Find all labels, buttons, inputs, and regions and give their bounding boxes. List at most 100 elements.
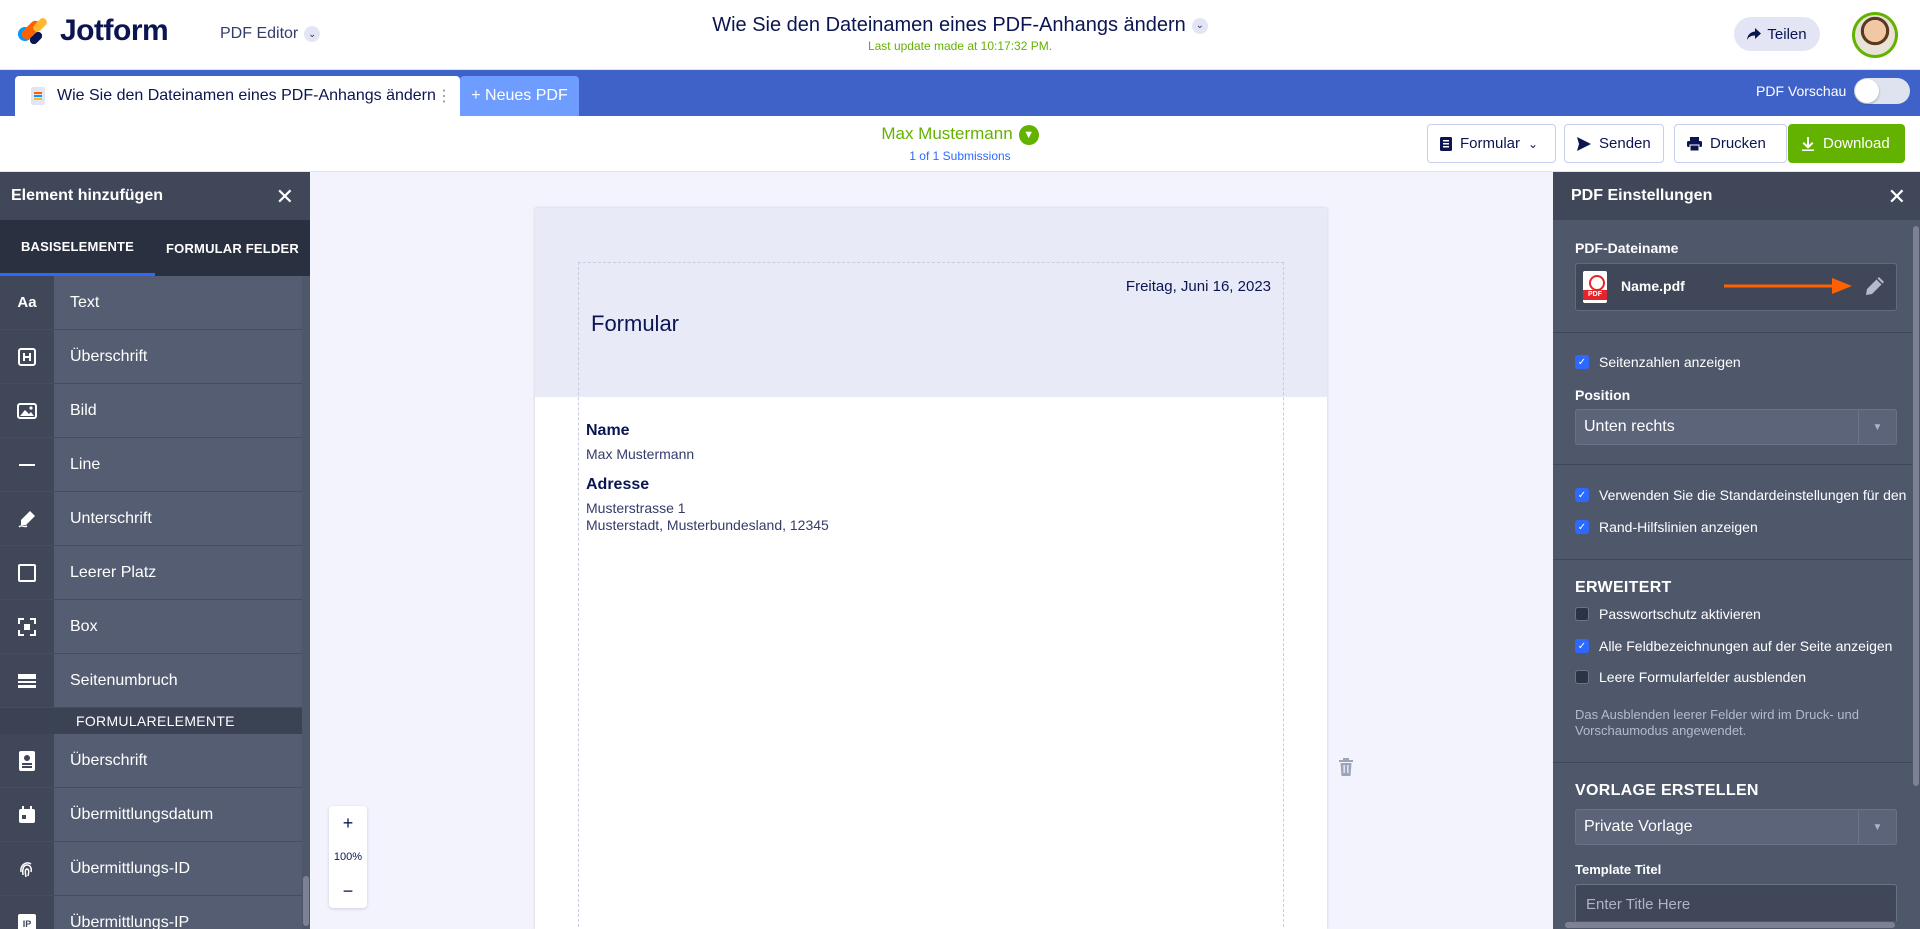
page-break-icon: [0, 654, 54, 707]
element-label: Übermittlungsdatum: [54, 788, 302, 841]
checkbox-label: Rand-Hilfslinien anzeigen: [1599, 519, 1758, 535]
element-label: Bild: [54, 384, 302, 437]
name-field-label[interactable]: Name: [586, 422, 630, 440]
element-label: Überschrift: [54, 330, 302, 383]
empty-space-icon: [0, 546, 54, 599]
element-heading[interactable]: Überschrift: [0, 330, 310, 384]
close-icon[interactable]: ✕: [276, 184, 294, 210]
checkbox-label: Alle Feldbezeichnungen auf der Seite anz…: [1599, 638, 1893, 654]
svg-text:IP: IP: [23, 919, 32, 929]
text-icon: Aa: [0, 276, 54, 329]
pdf-file-icon: [1583, 271, 1607, 303]
tab-document[interactable]: Wie Sie den Dateinamen eines PDF-Anhangs…: [15, 76, 460, 116]
ip-icon: IP: [0, 896, 54, 929]
advanced-heading: ERWEITERT: [1575, 579, 1672, 596]
share-button[interactable]: Teilen: [1734, 17, 1820, 51]
toggle-switch[interactable]: [1854, 78, 1911, 104]
template-title-label: Template Titel: [1575, 862, 1662, 877]
tab-basic-elements[interactable]: BASISELEMENTE: [0, 220, 155, 276]
right-panel-scrollbar[interactable]: [1912, 220, 1920, 929]
download-button[interactable]: Download: [1788, 124, 1905, 163]
chevron-down-icon[interactable]: ⌄: [1191, 17, 1208, 34]
element-label: Text: [54, 276, 302, 329]
page-date[interactable]: Freitag, Juni 16, 2023: [1126, 278, 1271, 295]
document-tab-bar: Wie Sie den Dateinamen eines PDF-Anhangs…: [0, 70, 1920, 116]
pdf-settings-panel: PDF Einstellungen ✕ PDF-Dateiname Name.p…: [1553, 172, 1920, 929]
use-default-settings-checkbox[interactable]: ✓ Verwenden Sie die Standardeinstellunge…: [1575, 487, 1906, 503]
add-element-title: Element hinzufügen: [11, 187, 163, 204]
address-field-label[interactable]: Adresse: [586, 476, 649, 494]
divider: [1553, 464, 1912, 465]
template-title-input[interactable]: [1575, 884, 1897, 924]
form-dropdown-button[interactable]: Formular ⌄: [1427, 124, 1556, 163]
element-label: Übermittlungs-IP: [54, 896, 302, 929]
last-update-text: Last update made at 10:17:32 PM.: [867, 39, 1053, 53]
name-field-value[interactable]: Max Mustermann: [586, 446, 694, 462]
top-header: Jotform PDF Editor ⌄ Wie Sie den Dateina…: [0, 0, 1920, 70]
template-type-select[interactable]: Private Vorlage ▼: [1575, 809, 1897, 845]
download-icon: [1802, 136, 1814, 151]
zoom-control: + 100% −: [329, 806, 367, 908]
left-panel-scrollbar[interactable]: [302, 276, 310, 929]
zoom-in-button[interactable]: +: [329, 806, 367, 840]
pdf-preview-toggle[interactable]: PDF Vorschau: [1756, 78, 1911, 104]
more-options-icon[interactable]: ⋮: [436, 86, 452, 106]
form-icon: [1440, 136, 1452, 151]
element-tabs: BASISELEMENTE FORMULAR FELDER: [0, 220, 310, 276]
element-submission-ip[interactable]: IP Übermittlungs-IP: [0, 896, 310, 929]
checkbox-label: Seitenzahlen anzeigen: [1599, 354, 1741, 370]
form-elements-section-header: FORMULARELEMENTE: [0, 708, 310, 734]
chevron-down-icon[interactable]: ▼: [1018, 124, 1039, 145]
element-image[interactable]: Bild: [0, 384, 310, 438]
new-pdf-button[interactable]: + Neues PDF: [460, 76, 579, 116]
close-icon[interactable]: ✕: [1888, 184, 1906, 210]
divider: [1553, 332, 1912, 333]
printer-icon: [1687, 136, 1702, 151]
element-text[interactable]: Aa Text: [0, 276, 310, 330]
element-line[interactable]: Line: [0, 438, 310, 492]
avatar[interactable]: [1852, 12, 1898, 58]
element-label: Unterschrift: [54, 492, 302, 545]
tab-form-fields[interactable]: FORMULAR FELDER: [155, 220, 310, 276]
element-submission-date[interactable]: Übermittlungsdatum: [0, 788, 310, 842]
document-title-text: Wie Sie den Dateinamen eines PDF-Anhangs…: [712, 14, 1186, 36]
show-page-numbers-checkbox[interactable]: ✓ Seitenzahlen anzeigen: [1575, 354, 1741, 370]
send-icon: [1577, 136, 1591, 151]
right-panel-horizontal-scrollbar[interactable]: [1553, 921, 1912, 929]
element-signature[interactable]: Unterschrift: [0, 492, 310, 546]
element-label: Line: [54, 438, 302, 491]
pdf-page: Freitag, Juni 16, 2023 Formular Name Max…: [535, 208, 1327, 929]
template-type-value: Private Vorlage: [1584, 818, 1693, 835]
print-button[interactable]: Drucken: [1674, 124, 1787, 163]
element-submission-id[interactable]: Übermittlungs-ID: [0, 842, 310, 896]
form-heading-icon: [0, 734, 54, 787]
show-margin-guides-checkbox[interactable]: ✓ Rand-Hilfslinien anzeigen: [1575, 519, 1758, 535]
zoom-level: 100%: [333, 851, 363, 863]
element-empty-space[interactable]: Leerer Platz: [0, 546, 310, 600]
element-box[interactable]: Box: [0, 600, 310, 654]
position-select[interactable]: Unten rechts ▼: [1575, 409, 1897, 445]
send-button[interactable]: Senden: [1564, 124, 1664, 163]
pencil-icon[interactable]: [1864, 275, 1886, 297]
element-form-heading[interactable]: Überschrift: [0, 734, 310, 788]
form-label: Formular: [1460, 135, 1521, 152]
address-line-2[interactable]: Musterstadt, Musterbundesland, 12345: [586, 517, 829, 533]
create-template-heading: VORLAGE ERSTELLEN: [1575, 782, 1759, 799]
element-page-break[interactable]: Seitenumbruch: [0, 654, 310, 708]
pdf-filename-field[interactable]: Name.pdf: [1575, 263, 1897, 311]
document-title[interactable]: Wie Sie den Dateinamen eines PDF-Anhangs…: [0, 14, 1920, 37]
password-protect-checkbox[interactable]: Passwortschutz aktivieren: [1575, 606, 1761, 622]
signature-icon: [0, 492, 54, 545]
calendar-icon: [0, 788, 54, 841]
box-icon: [0, 600, 54, 653]
address-line-1[interactable]: Musterstrasse 1: [586, 500, 686, 516]
show-all-labels-checkbox[interactable]: ✓ Alle Feldbezeichnungen auf der Seite a…: [1575, 638, 1892, 654]
page-title[interactable]: Formular: [591, 311, 679, 337]
zoom-out-button[interactable]: −: [329, 874, 367, 908]
checkbox-label: Leere Formularfelder ausblenden: [1599, 669, 1807, 685]
share-label: Teilen: [1767, 25, 1807, 43]
trash-icon[interactable]: [1338, 758, 1354, 776]
checkbox-empty-icon: [1575, 607, 1589, 621]
hide-empty-fields-checkbox[interactable]: Leere Formularfelder ausblenden: [1575, 669, 1806, 685]
checkmark-icon: ✓: [1575, 488, 1589, 502]
